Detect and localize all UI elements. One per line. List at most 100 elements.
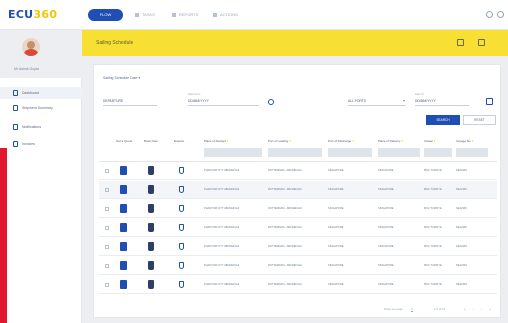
book-icon[interactable]	[148, 280, 154, 289]
table-row[interactable]: PHANTOM CITY ABCDEFGHI ROTTERDAM - ABCDEF…	[99, 219, 497, 237]
row-checkbox[interactable]	[105, 283, 109, 287]
calendar-icon[interactable]	[486, 98, 493, 105]
column-header[interactable]: Enquire	[174, 139, 184, 143]
enquire-icon[interactable]	[179, 186, 184, 193]
book-icon[interactable]	[148, 242, 154, 251]
column-header[interactable]: Voyage No▾	[456, 139, 473, 143]
table-cell: MSC TURKIYE	[424, 226, 442, 229]
nav-item-actions[interactable]: ACTIONS	[213, 12, 238, 17]
table-cell: NE12345	[456, 264, 467, 267]
quote-icon[interactable]	[120, 223, 127, 232]
nav-item-reports[interactable]: REPORTS	[172, 12, 198, 17]
port-select[interactable]: ALL PORTS	[348, 97, 406, 106]
filter-input[interactable]	[204, 148, 262, 157]
filter-input[interactable]	[328, 148, 372, 157]
filter-input[interactable]	[378, 148, 420, 157]
user-icon[interactable]	[497, 11, 504, 18]
column-header[interactable]: Place of Delivery▾	[378, 139, 403, 143]
export-icon[interactable]	[457, 39, 464, 46]
table-row[interactable]: PHANTOM CITY ABCDEFGHI ROTTERDAM - ABCDEF…	[99, 257, 497, 275]
column-header[interactable]: Get a Quote	[116, 139, 132, 143]
date-from-field[interactable]: Date From DD/MM/YYYY	[188, 93, 259, 106]
first-page-icon[interactable]: |‹	[464, 307, 466, 311]
enquire-icon[interactable]	[179, 243, 184, 250]
rows-per-page-select[interactable]: 5	[411, 307, 413, 312]
table-cell: NE12345	[456, 245, 467, 248]
logo-text-accent: 360	[33, 8, 58, 21]
info-icon[interactable]	[268, 99, 274, 105]
enquire-icon[interactable]	[179, 167, 184, 174]
notification-icon	[13, 124, 18, 130]
port-value: ALL PORTS	[348, 99, 366, 103]
book-icon[interactable]	[148, 185, 154, 194]
table-cell: PHANTOM CITY ABCDEFGHI	[204, 283, 240, 286]
chevron-down-icon[interactable]: ▾	[138, 76, 140, 80]
next-page-icon[interactable]: ›	[481, 307, 482, 311]
table-row[interactable]: PHANTOM CITY ABCDEFGHI ROTTERDAM - ABCDEF…	[99, 181, 497, 199]
table-row[interactable]: PHANTOM CITY ABCDEFGHI ROTTERDAM - ABCDEF…	[99, 238, 497, 256]
book-icon[interactable]	[148, 204, 154, 213]
book-icon[interactable]	[148, 223, 154, 232]
book-icon[interactable]	[148, 261, 154, 270]
last-page-icon[interactable]: ›|	[489, 307, 491, 311]
origin-field[interactable]: DEPARTURE	[103, 97, 157, 106]
row-checkbox[interactable]	[105, 207, 109, 211]
settings-icon[interactable]	[486, 11, 493, 18]
table-row[interactable]: PHANTOM CITY ABCDEFGHI ROTTERDAM - ABCDEF…	[99, 200, 497, 218]
document-icon	[13, 105, 18, 111]
table-cell: MSC TURKIYE	[424, 245, 442, 248]
table-cell: ROTTERDAM - ABCDEFGHI	[268, 226, 302, 229]
print-icon[interactable]	[478, 39, 485, 46]
row-checkbox[interactable]	[105, 264, 109, 268]
search-button[interactable]: SEARCH	[426, 115, 460, 125]
filter-input[interactable]	[456, 148, 488, 157]
prev-page-icon[interactable]: ‹	[473, 307, 474, 311]
nav-item-flow[interactable]: FLOW	[88, 9, 123, 21]
date-to-field[interactable]: Date To DD/MM/YYYY	[415, 93, 469, 106]
enquire-icon[interactable]	[179, 224, 184, 231]
column-header[interactable]: Book Now	[144, 139, 158, 143]
table-cell: PHANTOM CITY ABCDEFGHI	[204, 264, 240, 267]
nav-item-tasks[interactable]: TASKS	[135, 12, 155, 17]
quote-icon[interactable]	[120, 166, 127, 175]
sidebar-item-label: Invoices	[22, 142, 35, 146]
row-checkbox[interactable]	[105, 245, 109, 249]
column-header[interactable]: Vessel▾	[424, 139, 435, 143]
sidebar-item-shipment-summary[interactable]: Shipment Summary	[0, 102, 82, 114]
enquire-icon[interactable]	[179, 205, 184, 212]
tasks-icon	[135, 13, 139, 17]
filter-input[interactable]	[424, 148, 452, 157]
page-title: Sailing Schedule	[96, 40, 134, 46]
table-row[interactable]: PHANTOM CITY ABCDEFGHI ROTTERDAM - ABCDEF…	[99, 276, 497, 294]
column-header[interactable]: Port of Loading▾	[268, 139, 291, 143]
more-icon[interactable]	[498, 39, 502, 46]
quote-icon[interactable]	[120, 242, 127, 251]
enquire-icon[interactable]	[179, 262, 184, 269]
table-cell: NE12345	[456, 226, 467, 229]
book-icon[interactable]	[148, 166, 154, 175]
sidebar-item-dashboard[interactable]: Dashboard	[0, 87, 82, 99]
quote-icon[interactable]	[120, 261, 127, 270]
table-row[interactable]: PHANTOM CITY ABCDEFGHI ROTTERDAM - ABCDEF…	[99, 162, 497, 180]
table-cell: ROTTERDAM - ABCDEFGHI	[268, 283, 302, 286]
column-header[interactable]: Port of Discharge▾	[328, 139, 354, 143]
quote-icon[interactable]	[120, 185, 127, 194]
table-cell: PHANTOM CITY ABCDEFGHI	[204, 226, 240, 229]
search-section-label: Sailing Schedule Date ▾	[103, 76, 141, 80]
reset-button[interactable]: RESET	[463, 115, 496, 125]
date-to-label: Date To	[415, 93, 424, 96]
filter-input[interactable]	[268, 148, 322, 157]
quote-icon[interactable]	[120, 280, 127, 289]
user-profile[interactable]: Mr Ashok Gupta	[0, 30, 82, 78]
enquire-icon[interactable]	[179, 281, 184, 288]
sidebar-item-invoices[interactable]: Invoices	[0, 138, 82, 150]
app-logo[interactable]: ECU360	[8, 8, 57, 21]
table-cell: SINGAPORE	[328, 169, 344, 172]
column-header[interactable]: Place of Receipt▾	[204, 139, 228, 143]
row-checkbox[interactable]	[105, 188, 109, 192]
quote-icon[interactable]	[120, 204, 127, 213]
table-cell: NE12345	[456, 283, 467, 286]
sidebar-item-notifications[interactable]: Notifications	[0, 121, 82, 133]
row-checkbox[interactable]	[105, 169, 109, 173]
row-checkbox[interactable]	[105, 226, 109, 230]
